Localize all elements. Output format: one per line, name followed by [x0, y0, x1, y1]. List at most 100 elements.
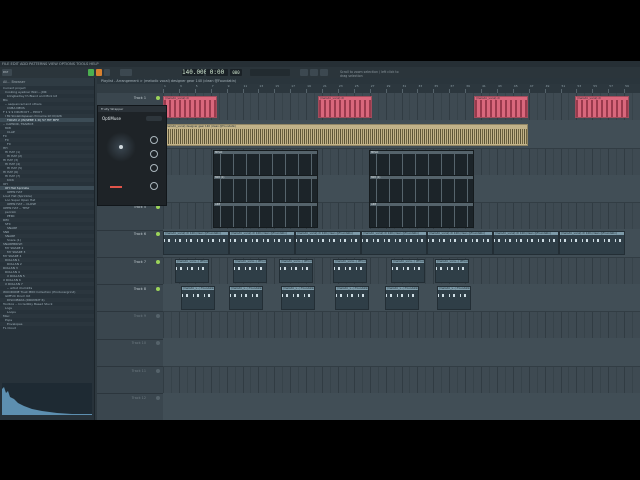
track-lane[interactable] — [163, 311, 640, 340]
playlist-clip[interactable]: (melodic_voca...) #Foundatn — [333, 258, 367, 283]
track-header[interactable]: Track 5 — [97, 202, 163, 231]
playlist-clip[interactable]: (melodic_v...) Foundatin — [281, 285, 315, 310]
playlist-clip[interactable]: (melodic_v...) Foundatin — [181, 285, 215, 310]
plugin-window[interactable]: Fruity Wrapper OptiMuse — [97, 105, 167, 206]
track-name: Track 10 — [131, 341, 146, 346]
playlist-clip[interactable]: (melodic_vocal) dr 140 (clean @Foundatin… — [361, 231, 427, 256]
playlist-clip[interactable]: 808 (1) — [213, 174, 318, 203]
clip-name: (melodic_v...) Foundatin — [337, 286, 369, 290]
snap-button[interactable] — [300, 69, 308, 76]
knob-4[interactable] — [150, 182, 158, 190]
track-header[interactable]: Track 7 — [97, 257, 163, 286]
playlist-clip[interactable]: MELO — [213, 149, 318, 176]
clip-content: (melodic_v...) Foundatin — [336, 286, 369, 290]
output-meter — [110, 186, 122, 188]
playlist-clip[interactable]: (melodic_v...) Foundatin — [437, 285, 471, 310]
record-button[interactable] — [96, 69, 102, 76]
track-lane[interactable] — [163, 366, 640, 395]
playlist-clip[interactable]: (melodic_voca...) #Foundatn — [435, 258, 469, 283]
clip-content: (melodic_v...) Foundatin — [230, 286, 263, 290]
browser-header[interactable]: All... Browser — [0, 78, 94, 86]
knob-3[interactable] — [150, 164, 158, 172]
clip-notes — [182, 293, 214, 297]
playlist-clip[interactable]: (melodic_vocal) dr 140 (clean @Foundatin… — [493, 231, 559, 256]
playlist-clip[interactable]: (melodic_v...) Foundatin — [229, 285, 263, 310]
mixer-button[interactable] — [310, 69, 318, 76]
playlist-clip[interactable]: 808 (1) — [369, 174, 474, 203]
knob-1[interactable] — [150, 136, 158, 144]
track-mute-led[interactable] — [156, 232, 160, 237]
playlist-clip[interactable]: ARP — [369, 202, 474, 228]
track-lane[interactable] — [163, 338, 640, 367]
playlist-clip[interactable]: (melodic_voca...) #Foundatn — [391, 258, 425, 283]
playlist-clip[interactable]: (melodic_vocal) dr 140 (clean @Foundatin… — [229, 231, 295, 256]
track-header[interactable]: Track 11 — [97, 366, 163, 395]
clip-notes — [370, 206, 473, 227]
playlist-clip[interactable]: (melodic_v...) Foundatin — [385, 285, 419, 310]
track-mute-led[interactable] — [156, 368, 160, 373]
track-lane[interactable] — [163, 392, 640, 420]
playlist-clip[interactable]: (melodic_voca...) #Foundatn — [175, 258, 209, 283]
ruler-bar-number: 15 — [275, 84, 280, 88]
playlist-clip[interactable]: (melodic_vocal) dr 140 (clean @Foundatin… — [427, 231, 493, 256]
track-header[interactable]: Track 8 — [97, 284, 163, 313]
browser-list: Current project Cooking eyeliner Wiki -- … — [0, 86, 94, 330]
browser-item[interactable]: FL Cloud — [0, 326, 94, 330]
track-header[interactable]: Track 9 — [97, 311, 163, 340]
channel-rack-button[interactable] — [320, 69, 328, 76]
clip-name: (melodic_v...) Foundatin — [231, 286, 263, 290]
track-header[interactable]: Track 6 — [97, 229, 163, 258]
knob-2[interactable] — [150, 150, 158, 158]
clip-content: (melodic_v...) Foundatin — [182, 286, 214, 290]
ruler-bar-number: 27 — [370, 84, 375, 88]
ruler-bar-number: 19 — [307, 84, 311, 88]
track-name: Track 9 — [133, 314, 146, 318]
ruler-bar-number: 49 — [545, 84, 550, 88]
track-header[interactable]: Track 12 — [97, 393, 163, 420]
preset-selector[interactable] — [146, 116, 162, 121]
playlist-clip[interactable]: (melodic_vocal) dr — [318, 96, 372, 118]
ruler-bar-number: 23 — [338, 84, 343, 88]
playlist-clip[interactable]: ARP — [213, 202, 318, 228]
playlist-clip[interactable]: (melodic_vocal) dr — [163, 96, 217, 118]
playlist-clip[interactable]: (melodic_vocal) dr — [575, 96, 629, 118]
song-mode-button[interactable] — [120, 69, 132, 76]
xy-orb[interactable] — [106, 132, 136, 162]
pattern-song-toggle[interactable]: PAT — [2, 69, 12, 76]
track-mute-led[interactable] — [156, 314, 160, 318]
clip-notes — [164, 239, 228, 243]
plugin-title: Fruity Wrapper — [98, 106, 166, 112]
playlist-tools[interactable] — [97, 84, 163, 93]
playlist-clip[interactable]: (melodic_vocal) dr 140 (clean @Foundatin… — [559, 231, 625, 256]
clip-notes — [234, 266, 266, 270]
ruler-bar-number: 55 — [593, 84, 598, 88]
playlist-clip[interactable]: (melodic_voca...) #Foundatn — [279, 258, 313, 283]
track-mute-led[interactable] — [156, 96, 160, 100]
playlist-clip[interactable]: MELO — [369, 149, 474, 176]
clip-notes — [214, 206, 317, 227]
track-lane[interactable] — [163, 93, 640, 122]
track-mute-led[interactable] — [156, 341, 160, 346]
track-mute-led[interactable] — [156, 395, 160, 400]
tempo-display[interactable]: 140.000 — [182, 69, 207, 76]
track-mute-led[interactable] — [156, 286, 160, 291]
playlist-clip[interactable]: (melodic_v...) Foundatin — [335, 285, 369, 310]
play-button[interactable] — [88, 69, 94, 76]
clip-content — [475, 100, 527, 117]
playlist-clip[interactable]: (melodic_vocal) dr — [474, 96, 528, 118]
clip-notes — [280, 266, 312, 270]
track-header[interactable]: Track 10 — [97, 338, 163, 367]
time-display[interactable]: 0:00 — [206, 69, 228, 76]
playlist-clip[interactable]: (melodic_vocal) designer gear 140 (clean… — [163, 124, 528, 147]
playlist-clip[interactable]: (melodic_vocal) dr 140 (clean @Foundatin… — [295, 231, 361, 256]
arrangement-grid[interactable]: (melodic_vocal) dr (melodic_vocal) dr (mel… — [163, 93, 640, 420]
ruler-bar-number: 41 — [482, 84, 486, 88]
timeline-ruler[interactable]: 1 3 5 7 9 11 13 15 17 19 21 23 25 27 29 31 33 35 37 39 41 43 4… — [163, 84, 640, 93]
ruler-bar-number: 57 — [609, 84, 614, 88]
stop-button[interactable] — [104, 69, 110, 76]
track-mute-led[interactable] — [156, 259, 160, 264]
playlist-clip[interactable]: (melodic_vocal) dr 140 (clean @Foundatin… — [163, 231, 229, 256]
clip-name: (melodic_vocal) dr 140 (clean @Foundatin… — [231, 232, 287, 236]
clip-name: (melodic_vocal) dr — [476, 97, 500, 100]
playlist-clip[interactable]: (melodic_voca...) #Foundatn — [233, 258, 267, 283]
